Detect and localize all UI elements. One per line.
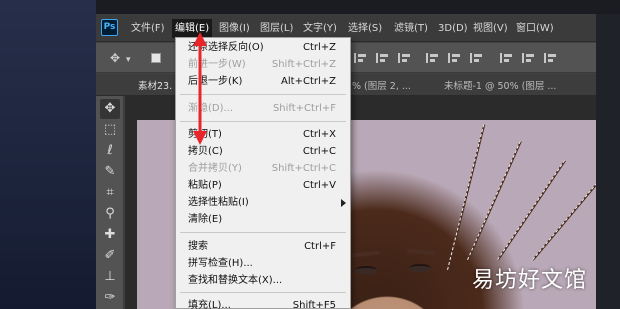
watermark-text: 易坊好文馆	[472, 268, 588, 293]
